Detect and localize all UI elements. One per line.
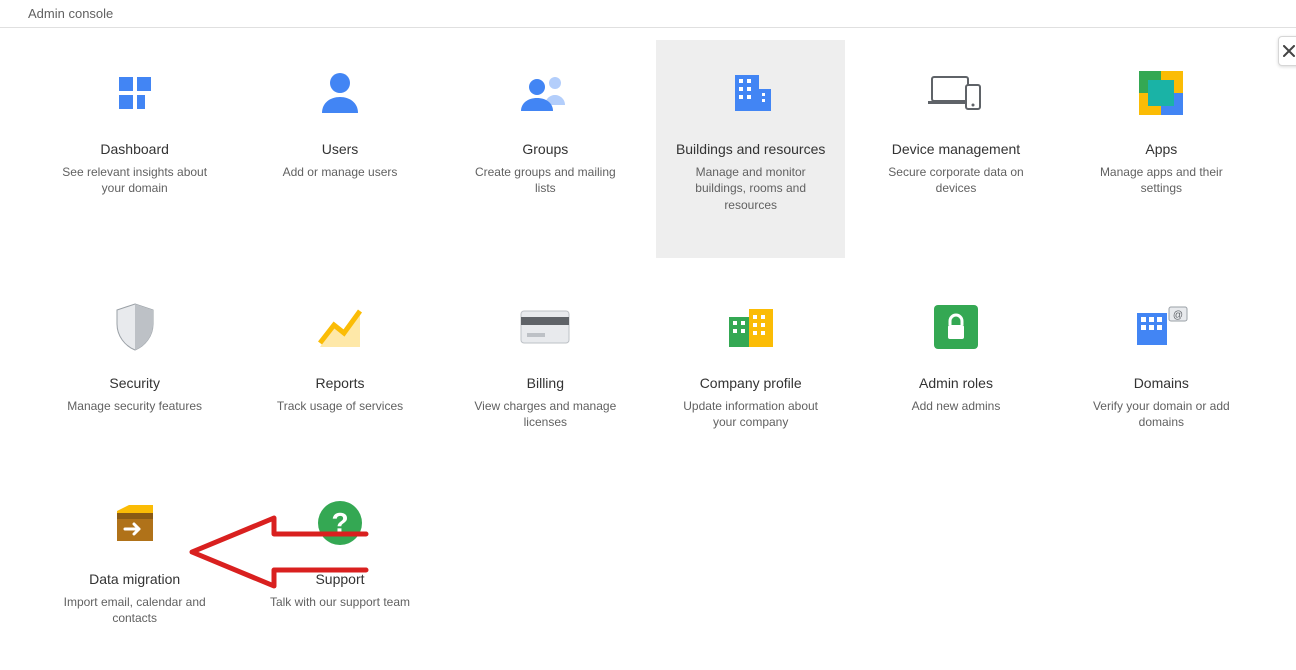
- security-icon: [50, 302, 219, 352]
- card-grid: Dashboard See relevant insights about yo…: [40, 40, 1256, 650]
- card-desc: Add or manage users: [255, 164, 424, 180]
- card-company[interactable]: Company profile Update information about…: [656, 274, 845, 454]
- reports-icon: [255, 302, 424, 352]
- card-title: Dashboard: [50, 140, 219, 158]
- card-desc: See relevant insights about your domain: [50, 164, 219, 196]
- groups-icon: [461, 68, 630, 118]
- domains-icon: @: [1077, 302, 1246, 352]
- card-desc: Add new admins: [871, 398, 1040, 414]
- card-device[interactable]: Device management Secure corporate data …: [861, 40, 1050, 258]
- card-title: Groups: [461, 140, 630, 158]
- apps-icon: [1077, 68, 1246, 118]
- page-title: Admin console: [28, 6, 113, 21]
- card-desc: View charges and manage licenses: [461, 398, 630, 430]
- card-title: Support: [255, 570, 424, 588]
- card-desc: Manage apps and their settings: [1077, 164, 1246, 196]
- card-desc: Manage security features: [50, 398, 219, 414]
- buildings-icon: [666, 68, 835, 118]
- card-title: Company profile: [666, 374, 835, 392]
- card-title: Device management: [871, 140, 1040, 158]
- billing-icon: [461, 302, 630, 352]
- card-desc: Talk with our support team: [255, 594, 424, 610]
- card-desc: Verify your domain or add domains: [1077, 398, 1246, 430]
- header: Admin console: [0, 0, 1296, 28]
- card-apps[interactable]: Apps Manage apps and their settings: [1067, 40, 1256, 258]
- card-desc: Update information about your company: [666, 398, 835, 430]
- card-desc: Create groups and mailing lists: [461, 164, 630, 196]
- card-security[interactable]: Security Manage security features: [40, 274, 229, 454]
- dashboard-icon: [50, 68, 219, 118]
- support-icon: ?: [255, 498, 424, 548]
- card-title: Apps: [1077, 140, 1246, 158]
- card-desc: Secure corporate data on devices: [871, 164, 1040, 196]
- svg-text:?: ?: [331, 507, 348, 538]
- adminroles-icon: [871, 302, 1040, 352]
- card-reports[interactable]: Reports Track usage of services: [245, 274, 434, 454]
- card-title: Data migration: [50, 570, 219, 588]
- content-area: Dashboard See relevant insights about yo…: [0, 40, 1296, 650]
- card-title: Admin roles: [871, 374, 1040, 392]
- card-support[interactable]: ? Support Talk with our support team: [245, 470, 434, 650]
- card-groups[interactable]: Groups Create groups and mailing lists: [451, 40, 640, 258]
- card-desc: Import email, calendar and contacts: [50, 594, 219, 626]
- card-datamigration[interactable]: Data migration Import email, calendar an…: [40, 470, 229, 650]
- svg-text:@: @: [1173, 310, 1183, 321]
- card-desc: Track usage of services: [255, 398, 424, 414]
- card-dashboard[interactable]: Dashboard See relevant insights about yo…: [40, 40, 229, 258]
- close-panel-button[interactable]: [1278, 36, 1296, 66]
- card-adminroles[interactable]: Admin roles Add new admins: [861, 274, 1050, 454]
- card-domains[interactable]: @ Domains Verify your domain or add doma…: [1067, 274, 1256, 454]
- card-title: Buildings and resources: [666, 140, 835, 158]
- card-title: Domains: [1077, 374, 1246, 392]
- users-icon: [255, 68, 424, 118]
- device-icon: [871, 68, 1040, 118]
- card-title: Security: [50, 374, 219, 392]
- close-icon: [1283, 45, 1295, 57]
- card-buildings[interactable]: Buildings and resources Manage and monit…: [656, 40, 845, 258]
- card-desc: Manage and monitor buildings, rooms and …: [666, 164, 835, 213]
- datamigration-icon: [50, 498, 219, 548]
- card-title: Billing: [461, 374, 630, 392]
- card-users[interactable]: Users Add or manage users: [245, 40, 434, 258]
- card-title: Users: [255, 140, 424, 158]
- company-icon: [666, 302, 835, 352]
- card-title: Reports: [255, 374, 424, 392]
- card-billing[interactable]: Billing View charges and manage licenses: [451, 274, 640, 454]
